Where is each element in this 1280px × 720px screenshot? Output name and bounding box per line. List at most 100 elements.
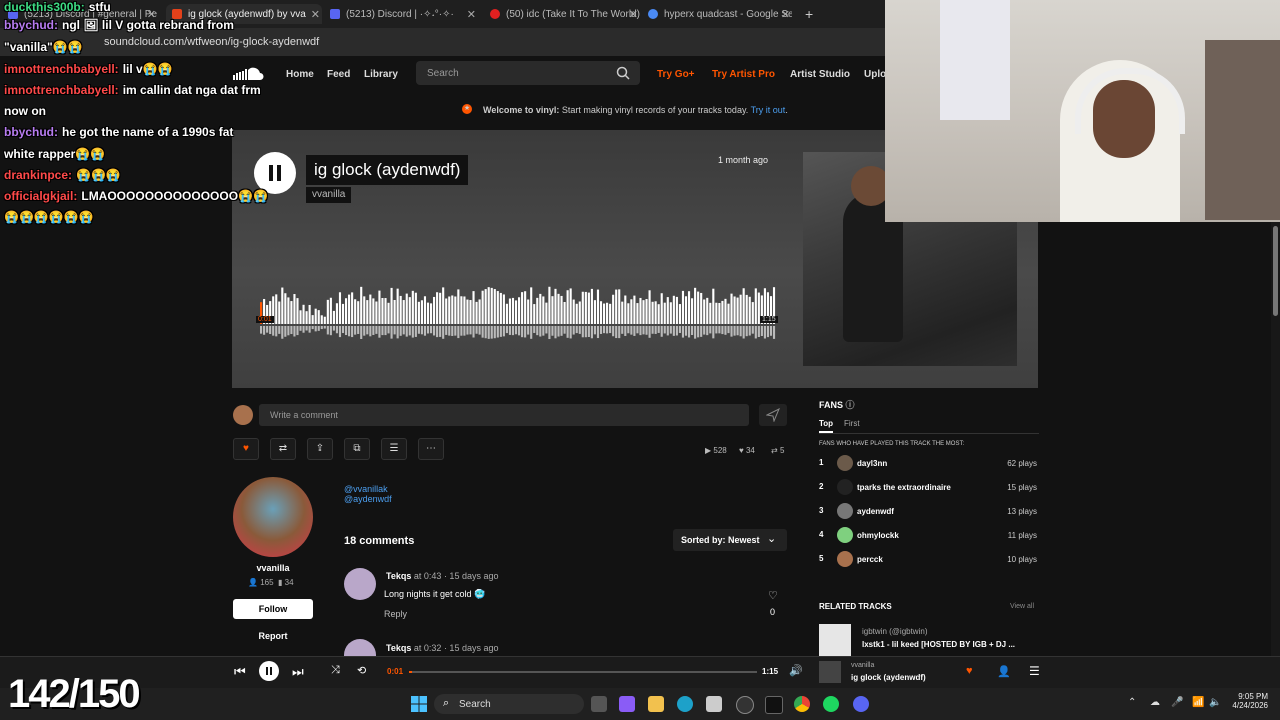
report-button[interactable]: Report: [233, 631, 313, 641]
steam-icon[interactable]: [736, 696, 754, 714]
fan-avatar[interactable]: [837, 551, 853, 567]
fan-avatar[interactable]: [837, 455, 853, 471]
player-pause-button[interactable]: [259, 661, 279, 681]
discord-taskbar-icon[interactable]: [853, 696, 869, 712]
banner-link[interactable]: Try it out: [751, 105, 786, 115]
close-tab-icon[interactable]: ✕: [781, 8, 790, 21]
comment-like-icon[interactable]: ♡: [768, 589, 778, 602]
tab-top[interactable]: Top: [819, 419, 834, 433]
address-bar[interactable]: soundcloud.com/wtfweon/ig-glock-aydenwdf: [0, 28, 885, 56]
nav-feed[interactable]: Feed: [327, 69, 350, 80]
sort-dropdown[interactable]: Sorted by: Newest ⌄: [673, 529, 787, 551]
tab-first[interactable]: First: [844, 419, 860, 428]
nav-try-go[interactable]: Try Go+: [657, 69, 695, 80]
player-like-icon[interactable]: ♥: [966, 665, 973, 677]
scrollbar-thumb[interactable]: [1273, 226, 1278, 316]
comment-user[interactable]: Tekqs: [386, 571, 411, 581]
related-track[interactable]: lxstk1 - lil keed [HOSTED BY IGB + DJ ..…: [862, 640, 1015, 649]
tray-app-icon[interactable]: ☁: [1150, 697, 1160, 708]
follow-button[interactable]: Follow: [233, 599, 313, 619]
search-input[interactable]: Search: [416, 61, 640, 85]
windows-start-icon[interactable]: [411, 696, 427, 712]
reply-button[interactable]: Reply: [384, 609, 407, 619]
fan-avatar[interactable]: [837, 527, 853, 543]
queue-icon[interactable]: ☰: [1029, 664, 1040, 678]
new-tab-button[interactable]: +: [805, 4, 819, 24]
tab-youtube[interactable]: (50) idc (Take It To The World) - ✕: [490, 4, 640, 24]
now-playing-artwork[interactable]: [819, 661, 841, 683]
share-button[interactable]: ⇪: [307, 438, 333, 460]
commenter-avatar[interactable]: [344, 639, 376, 656]
close-tab-icon[interactable]: ✕: [467, 8, 476, 21]
pause-button[interactable]: [254, 152, 296, 194]
copilot-icon[interactable]: [619, 696, 635, 712]
now-playing-artist[interactable]: vvanilla: [851, 662, 874, 669]
nav-try-artist-pro[interactable]: Try Artist Pro: [712, 69, 775, 80]
fan-name[interactable]: ohmylockk: [857, 531, 899, 540]
search-icon[interactable]: [616, 66, 630, 80]
fan-row[interactable]: 5 percck 10 plays: [819, 551, 1039, 567]
send-comment-button[interactable]: [759, 404, 787, 426]
artist-name[interactable]: vvanilla: [233, 563, 313, 573]
follow-user-icon[interactable]: 👤: [997, 665, 1011, 678]
fan-avatar[interactable]: [837, 479, 853, 495]
microphone-icon[interactable]: 🎤: [1171, 697, 1183, 708]
like-button[interactable]: ♥: [233, 438, 259, 460]
info-icon[interactable]: ⓘ: [846, 400, 855, 410]
fan-row[interactable]: 2 tparks the extraordinaire 15 plays: [819, 479, 1039, 495]
epic-icon[interactable]: [765, 696, 783, 714]
system-clock[interactable]: 9:05 PM 4/24/2026: [1224, 692, 1268, 710]
soundcloud-logo-icon[interactable]: [232, 66, 264, 82]
related-user[interactable]: igbtwin (@igbtwin): [862, 627, 927, 636]
commenter-avatar[interactable]: [344, 568, 376, 600]
nav-upload[interactable]: Uplo: [864, 69, 886, 80]
fan-row[interactable]: 1 dayl3nn 62 plays: [819, 455, 1039, 471]
comment-timestamp[interactable]: 0:43: [424, 571, 442, 581]
add-to-playlist-button[interactable]: ☰: [381, 438, 407, 460]
tab-google[interactable]: hyperx quadcast - Google Sear ✕: [648, 4, 792, 24]
spotify-icon[interactable]: [823, 696, 839, 712]
wifi-icon[interactable]: 📶: [1192, 697, 1204, 708]
previous-icon[interactable]: ⏮: [234, 664, 246, 680]
file-explorer-icon[interactable]: [648, 696, 664, 712]
copy-link-button[interactable]: ⧉: [344, 438, 370, 460]
waveform[interactable]: [260, 278, 776, 344]
repost-button[interactable]: ⇄: [270, 438, 296, 460]
store-icon[interactable]: [706, 696, 722, 712]
fan-row[interactable]: 3 aydenwdf 13 plays: [819, 503, 1039, 519]
edge-icon[interactable]: [677, 696, 693, 712]
user-avatar[interactable]: [233, 405, 253, 425]
url-text[interactable]: soundcloud.com/wtfweon/ig-glock-aydenwdf: [104, 36, 319, 48]
repeat-icon[interactable]: ⟲: [357, 664, 366, 677]
more-button[interactable]: ⋯: [418, 438, 444, 460]
tray-overflow-icon[interactable]: ⌃: [1128, 697, 1136, 708]
fan-avatar[interactable]: [837, 503, 853, 519]
track-artist[interactable]: vvanilla: [306, 187, 352, 203]
taskbar-search[interactable]: ⌕ Search: [434, 694, 584, 714]
nav-home[interactable]: Home: [286, 69, 314, 80]
close-tab-icon[interactable]: ✕: [311, 8, 320, 21]
speaker-icon[interactable]: 🔈: [1209, 697, 1221, 708]
chrome-icon[interactable]: [794, 696, 810, 712]
view-all-link[interactable]: View all: [1010, 603, 1034, 610]
nav-artist-studio[interactable]: Artist Studio: [790, 69, 850, 80]
comment-timestamp[interactable]: 0:32: [424, 643, 442, 653]
progress-bar[interactable]: [409, 671, 757, 673]
close-tab-icon[interactable]: ✕: [629, 8, 638, 21]
artist-avatar[interactable]: [233, 477, 313, 557]
volume-icon[interactable]: 🔊: [789, 664, 803, 677]
fan-name[interactable]: percck: [857, 555, 883, 564]
fan-name[interactable]: aydenwdf: [857, 507, 894, 516]
shuffle-icon[interactable]: ⤨: [331, 664, 340, 677]
fan-name[interactable]: tparks the extraordinaire: [857, 483, 951, 492]
task-view-icon[interactable]: [591, 696, 607, 712]
nav-library[interactable]: Library: [364, 69, 398, 80]
fan-name[interactable]: dayl3nn: [857, 459, 887, 468]
now-playing-title[interactable]: ig glock (aydenwdf): [851, 673, 926, 682]
comment-input[interactable]: Write a comment: [259, 404, 749, 426]
fan-row[interactable]: 4 ohmylockk 11 plays: [819, 527, 1039, 543]
description-mention-2[interactable]: @aydenwdf: [344, 494, 392, 504]
description-mention-1[interactable]: @vvanillak: [344, 484, 392, 494]
next-icon[interactable]: ⏭: [292, 664, 304, 680]
related-artwork[interactable]: [819, 624, 851, 656]
